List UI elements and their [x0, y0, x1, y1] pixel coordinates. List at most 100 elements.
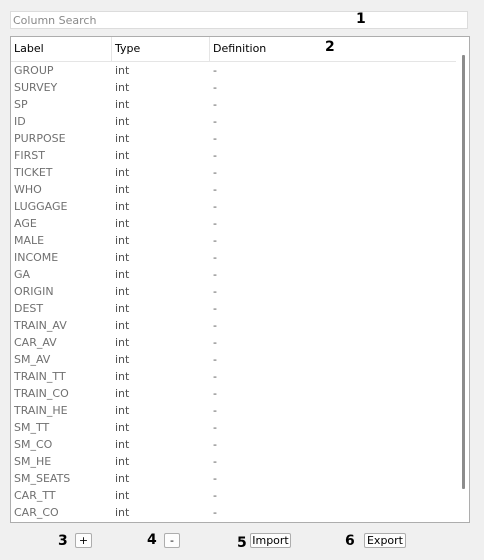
cell-type: int [115, 336, 130, 349]
table-row[interactable]: FIRST int - [11, 147, 456, 164]
remove-column-button[interactable]: - [164, 533, 180, 548]
cell-definition: - [213, 183, 217, 196]
cell-label: INCOME [14, 251, 59, 264]
cell-definition: - [213, 166, 217, 179]
import-button[interactable]: Import [250, 533, 291, 548]
cell-label: PURPOSE [14, 132, 66, 145]
table-row[interactable]: DEST int - [11, 300, 456, 317]
column-search-input[interactable] [10, 11, 468, 29]
table-row[interactable]: SM_SEATS int - [11, 470, 456, 487]
cell-type: int [115, 404, 130, 417]
cell-label: LUGGAGE [14, 200, 68, 213]
table-row[interactable]: SM_TT int - [11, 419, 456, 436]
cell-definition: - [213, 81, 217, 94]
cell-label: GROUP [14, 64, 54, 77]
cell-label: WHO [14, 183, 42, 196]
cell-label: ORIGIN [14, 285, 54, 298]
cell-definition: - [213, 234, 217, 247]
cell-type: int [115, 353, 130, 366]
cell-type: int [115, 81, 130, 94]
table-row[interactable]: SM_CO int - [11, 436, 456, 453]
cell-type: int [115, 302, 130, 315]
cell-definition: - [213, 455, 217, 468]
cell-type: int [115, 200, 130, 213]
export-button[interactable]: Export [364, 533, 406, 548]
cell-type: int [115, 98, 130, 111]
cell-definition: - [213, 421, 217, 434]
cell-definition: - [213, 285, 217, 298]
table-row[interactable]: TRAIN_TT int - [11, 368, 456, 385]
table-row[interactable]: WHO int - [11, 181, 456, 198]
table-row[interactable]: TRAIN_HE int - [11, 402, 456, 419]
table-row[interactable]: CAR_CO int - [11, 504, 456, 521]
marker-6: 6 [345, 533, 355, 549]
table-row[interactable]: ID int - [11, 113, 456, 130]
cell-label: SURVEY [14, 81, 58, 94]
table-row[interactable]: MALE int - [11, 232, 456, 249]
cell-type: int [115, 455, 130, 468]
table-row[interactable]: PURPOSE int - [11, 130, 456, 147]
table-row[interactable]: CAR_AV int - [11, 334, 456, 351]
cell-label: CAR_AV [14, 336, 57, 349]
table-row[interactable]: SM_AV int - [11, 351, 456, 368]
marker-1: 1 [356, 11, 366, 27]
cell-type: int [115, 149, 130, 162]
cell-type: int [115, 285, 130, 298]
table-row[interactable]: GA int - [11, 266, 456, 283]
table-row[interactable]: INCOME int - [11, 249, 456, 266]
table-row[interactable]: AGE int - [11, 215, 456, 232]
cell-type: int [115, 166, 130, 179]
table-row[interactable]: ORIGIN int - [11, 283, 456, 300]
table-row[interactable]: TRAIN_CO int - [11, 385, 456, 402]
cell-definition: - [213, 438, 217, 451]
cell-label: AGE [14, 217, 37, 230]
table-body: GROUP int - SURVEY int - SP int - ID int - PURPOSE in… [11, 62, 456, 521]
cell-definition: - [213, 132, 217, 145]
table-row[interactable]: TRAIN_AV int - [11, 317, 456, 334]
cell-label: SM_TT [14, 421, 50, 434]
table-row[interactable]: GROUP int - [11, 62, 456, 79]
cell-label: TRAIN_AV [14, 319, 67, 332]
cell-type: int [115, 472, 130, 485]
cell-definition: - [213, 506, 217, 519]
column-table: Label Type Definition GROUP int - SURVEY int… [10, 36, 470, 523]
cell-definition: - [213, 200, 217, 213]
cell-type: int [115, 115, 130, 128]
cell-type: int [115, 183, 130, 196]
cell-label: CAR_TT [14, 489, 56, 502]
cell-label: TRAIN_HE [14, 404, 68, 417]
table-row[interactable]: SM_HE int - [11, 453, 456, 470]
add-column-button[interactable]: + [75, 533, 92, 548]
scrollbar-thumb[interactable] [462, 55, 465, 489]
header-type[interactable]: Type [111, 37, 209, 61]
cell-type: int [115, 489, 130, 502]
cell-label: SP [14, 98, 28, 111]
cell-type: int [115, 438, 130, 451]
cell-type: int [115, 217, 130, 230]
cell-definition: - [213, 98, 217, 111]
table-row[interactable]: LUGGAGE int - [11, 198, 456, 215]
marker-4: 4 [147, 532, 157, 548]
cell-type: int [115, 268, 130, 281]
cell-definition: - [213, 387, 217, 400]
cell-label: GA [14, 268, 31, 281]
table-header: Label Type Definition [11, 37, 456, 62]
table-row[interactable]: SURVEY int - [11, 79, 456, 96]
cell-label: SM_SEATS [14, 472, 71, 485]
cell-definition: - [213, 268, 217, 281]
cell-type: int [115, 234, 130, 247]
cell-definition: - [213, 404, 217, 417]
table-row[interactable]: SP int - [11, 96, 456, 113]
cell-label: SM_HE [14, 455, 52, 468]
cell-definition: - [213, 370, 217, 383]
cell-definition: - [213, 336, 217, 349]
cell-definition: - [213, 472, 217, 485]
cell-label: TICKET [14, 166, 53, 179]
table-row[interactable]: CAR_TT int - [11, 487, 456, 504]
cell-definition: - [213, 319, 217, 332]
marker-2: 2 [325, 39, 335, 55]
cell-type: int [115, 64, 130, 77]
table-row[interactable]: TICKET int - [11, 164, 456, 181]
cell-type: int [115, 132, 130, 145]
header-label[interactable]: Label [11, 37, 111, 61]
